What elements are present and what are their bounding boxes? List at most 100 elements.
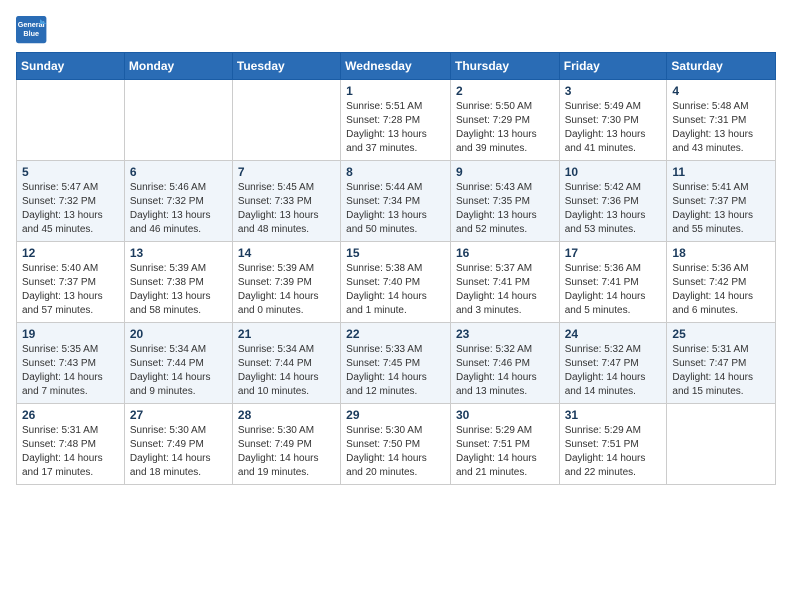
day-info: Sunrise: 5:35 AMSunset: 7:43 PMDaylight:… [22, 343, 119, 399]
calendar-cell: 31 Sunrise: 5:29 AMSunset: 7:51 PMDayligh… [559, 404, 667, 485]
calendar-cell: 3 Sunrise: 5:49 AMSunset: 7:30 PMDaylight… [559, 80, 667, 161]
day-info: Sunrise: 5:34 AMSunset: 7:44 PMDaylight:… [238, 343, 335, 399]
day-number: 18 [672, 246, 770, 260]
calendar-week-2: 5Sunrise: 5:47 AMSunset: 7:32 PMDaylight… [17, 161, 776, 242]
column-header-thursday: Thursday [450, 53, 559, 80]
day-info: Sunrise: 5:32 AMSunset: 7:47 PMDaylight:… [565, 343, 662, 399]
day-info: Sunrise: 5:29 AMSunset: 7:51 PMDaylight:… [456, 424, 554, 480]
day-number: 5 [22, 165, 119, 179]
day-info: Sunrise: 5:36 AMSunset: 7:42 PMDaylight:… [672, 262, 770, 318]
calendar-cell [667, 404, 776, 485]
calendar-cell: 22 Sunrise: 5:33 AMSunset: 7:45 PMDayligh… [341, 323, 451, 404]
calendar-cell: 14 Sunrise: 5:39 AMSunset: 7:39 PMDayligh… [232, 242, 340, 323]
day-number: 4 [672, 84, 770, 98]
calendar-cell [124, 80, 232, 161]
calendar-cell: 18 Sunrise: 5:36 AMSunset: 7:42 PMDayligh… [667, 242, 776, 323]
calendar-header-row: SundayMondayTuesdayWednesdayThursdayFrid… [17, 53, 776, 80]
calendar-cell: 19Sunrise: 5:35 AMSunset: 7:43 PMDayligh… [17, 323, 125, 404]
day-info: Sunrise: 5:36 AMSunset: 7:41 PMDaylight:… [565, 262, 662, 318]
calendar-cell: 10Sunrise: 5:42 AMSunset: 7:36 PMDayligh… [559, 161, 667, 242]
day-info: Sunrise: 5:50 AMSunset: 7:29 PMDaylight:… [456, 100, 554, 156]
svg-text:Blue: Blue [23, 29, 39, 38]
day-info: Sunrise: 5:43 AMSunset: 7:35 PMDaylight:… [456, 181, 554, 237]
day-number: 23 [456, 327, 554, 341]
day-info: Sunrise: 5:30 AMSunset: 7:50 PMDaylight:… [346, 424, 445, 480]
calendar-week-3: 12Sunrise: 5:40 AMSunset: 7:37 PMDayligh… [17, 242, 776, 323]
day-number: 17 [565, 246, 662, 260]
calendar-cell: 30 Sunrise: 5:29 AMSunset: 7:51 PMDayligh… [450, 404, 559, 485]
column-header-monday: Monday [124, 53, 232, 80]
calendar-cell: 8 Sunrise: 5:44 AMSunset: 7:34 PMDaylight… [341, 161, 451, 242]
day-number: 30 [456, 408, 554, 422]
day-number: 28 [238, 408, 335, 422]
calendar-week-5: 26Sunrise: 5:31 AMSunset: 7:48 PMDayligh… [17, 404, 776, 485]
day-info: Sunrise: 5:33 AMSunset: 7:45 PMDaylight:… [346, 343, 445, 399]
logo-icon: General Blue [16, 16, 48, 44]
calendar-cell: 16 Sunrise: 5:37 AMSunset: 7:41 PMDayligh… [450, 242, 559, 323]
day-number: 7 [238, 165, 335, 179]
day-info: Sunrise: 5:30 AMSunset: 7:49 PMDaylight:… [238, 424, 335, 480]
logo: General Blue [16, 16, 48, 44]
calendar-cell [232, 80, 340, 161]
day-number: 3 [565, 84, 662, 98]
column-header-tuesday: Tuesday [232, 53, 340, 80]
calendar-cell: 17 Sunrise: 5:36 AMSunset: 7:41 PMDayligh… [559, 242, 667, 323]
column-header-friday: Friday [559, 53, 667, 80]
day-number: 20 [130, 327, 227, 341]
day-info: Sunrise: 5:38 AMSunset: 7:40 PMDaylight:… [346, 262, 445, 318]
day-number: 6 [130, 165, 227, 179]
day-number: 8 [346, 165, 445, 179]
day-number: 2 [456, 84, 554, 98]
day-info: Sunrise: 5:44 AMSunset: 7:34 PMDaylight:… [346, 181, 445, 237]
day-number: 16 [456, 246, 554, 260]
calendar-cell: 25 Sunrise: 5:31 AMSunset: 7:47 PMDayligh… [667, 323, 776, 404]
day-info: Sunrise: 5:39 AMSunset: 7:39 PMDaylight:… [238, 262, 335, 318]
calendar-week-1: 1 Sunrise: 5:51 AMSunset: 7:28 PMDaylight… [17, 80, 776, 161]
calendar-cell: 15 Sunrise: 5:38 AMSunset: 7:40 PMDayligh… [341, 242, 451, 323]
day-number: 13 [130, 246, 227, 260]
column-header-wednesday: Wednesday [341, 53, 451, 80]
calendar-cell: 5Sunrise: 5:47 AMSunset: 7:32 PMDaylight… [17, 161, 125, 242]
calendar-cell: 9Sunrise: 5:43 AMSunset: 7:35 PMDaylight… [450, 161, 559, 242]
calendar-cell: 21 Sunrise: 5:34 AMSunset: 7:44 PMDayligh… [232, 323, 340, 404]
calendar-cell: 7 Sunrise: 5:45 AMSunset: 7:33 PMDaylight… [232, 161, 340, 242]
day-number: 24 [565, 327, 662, 341]
calendar-week-4: 19Sunrise: 5:35 AMSunset: 7:43 PMDayligh… [17, 323, 776, 404]
column-header-saturday: Saturday [667, 53, 776, 80]
page-header: General Blue [16, 16, 776, 44]
day-number: 1 [346, 84, 445, 98]
calendar-cell: 2 Sunrise: 5:50 AMSunset: 7:29 PMDaylight… [450, 80, 559, 161]
day-number: 14 [238, 246, 335, 260]
calendar-cell: 24 Sunrise: 5:32 AMSunset: 7:47 PMDayligh… [559, 323, 667, 404]
calendar-cell: 12Sunrise: 5:40 AMSunset: 7:37 PMDayligh… [17, 242, 125, 323]
day-info: Sunrise: 5:39 AMSunset: 7:38 PMDaylight:… [130, 262, 227, 318]
day-number: 12 [22, 246, 119, 260]
day-info: Sunrise: 5:31 AMSunset: 7:47 PMDaylight:… [672, 343, 770, 399]
day-info: Sunrise: 5:30 AMSunset: 7:49 PMDaylight:… [130, 424, 227, 480]
day-number: 22 [346, 327, 445, 341]
day-info: Sunrise: 5:29 AMSunset: 7:51 PMDaylight:… [565, 424, 662, 480]
day-info: Sunrise: 5:48 AMSunset: 7:31 PMDaylight:… [672, 100, 770, 156]
calendar-cell [17, 80, 125, 161]
day-number: 25 [672, 327, 770, 341]
day-info: Sunrise: 5:41 AMSunset: 7:37 PMDaylight:… [672, 181, 770, 237]
calendar-cell: 23 Sunrise: 5:32 AMSunset: 7:46 PMDayligh… [450, 323, 559, 404]
calendar-cell: 28 Sunrise: 5:30 AMSunset: 7:49 PMDayligh… [232, 404, 340, 485]
day-info: Sunrise: 5:42 AMSunset: 7:36 PMDaylight:… [565, 181, 662, 237]
calendar-cell: 20Sunrise: 5:34 AMSunset: 7:44 PMDayligh… [124, 323, 232, 404]
day-info: Sunrise: 5:37 AMSunset: 7:41 PMDaylight:… [456, 262, 554, 318]
day-number: 29 [346, 408, 445, 422]
calendar-cell: 29 Sunrise: 5:30 AMSunset: 7:50 PMDayligh… [341, 404, 451, 485]
calendar-cell: 26Sunrise: 5:31 AMSunset: 7:48 PMDayligh… [17, 404, 125, 485]
calendar-cell: 27 Sunrise: 5:30 AMSunset: 7:49 PMDayligh… [124, 404, 232, 485]
calendar-cell: 4 Sunrise: 5:48 AMSunset: 7:31 PMDaylight… [667, 80, 776, 161]
day-info: Sunrise: 5:46 AMSunset: 7:32 PMDaylight:… [130, 181, 227, 237]
day-info: Sunrise: 5:51 AMSunset: 7:28 PMDaylight:… [346, 100, 445, 156]
day-number: 27 [130, 408, 227, 422]
day-info: Sunrise: 5:45 AMSunset: 7:33 PMDaylight:… [238, 181, 335, 237]
day-number: 21 [238, 327, 335, 341]
day-number: 15 [346, 246, 445, 260]
day-number: 31 [565, 408, 662, 422]
day-info: Sunrise: 5:32 AMSunset: 7:46 PMDaylight:… [456, 343, 554, 399]
day-info: Sunrise: 5:49 AMSunset: 7:30 PMDaylight:… [565, 100, 662, 156]
